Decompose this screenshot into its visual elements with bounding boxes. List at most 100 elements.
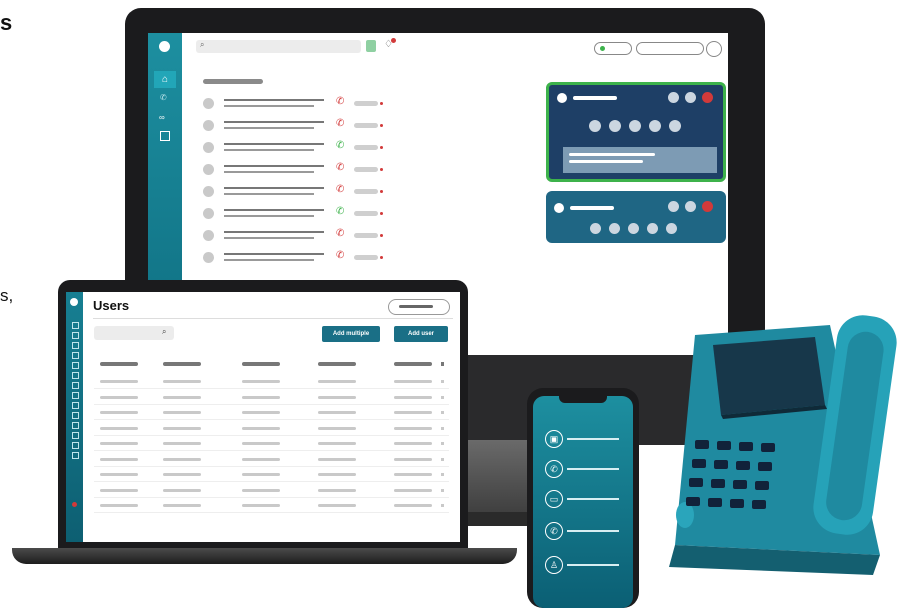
- key-button: [733, 480, 747, 489]
- key-button: [689, 478, 703, 487]
- table-cell: [394, 395, 432, 399]
- status-dot: [380, 146, 383, 149]
- notification-dot: [391, 38, 396, 43]
- phone-icon[interactable]: ✆: [160, 93, 167, 102]
- logo: [159, 41, 170, 52]
- card-control-1[interactable]: [668, 92, 679, 103]
- table-cell: [318, 473, 356, 476]
- table-cell: [100, 426, 138, 430]
- search-input[interactable]: [196, 40, 361, 53]
- table-cell: [100, 504, 138, 507]
- sidebar-item: [72, 362, 79, 369]
- search-icon: ⌕: [200, 40, 205, 49]
- table-cell: [394, 411, 432, 414]
- page-title: Users: [93, 298, 130, 313]
- table-cell: [242, 457, 280, 461]
- table-cell: [100, 380, 138, 383]
- row-menu: [441, 395, 444, 399]
- sidebar-item: [72, 452, 79, 459]
- line-select[interactable]: [636, 42, 704, 55]
- key-button: [708, 498, 722, 507]
- table-cell: [394, 488, 432, 492]
- list-line: [224, 127, 314, 129]
- table-cell: [318, 504, 356, 507]
- missed-call-icon: ✆: [336, 96, 345, 107]
- row-menu: [441, 488, 444, 492]
- list-line: [224, 105, 314, 107]
- notch: [559, 396, 607, 403]
- search-icon: ⌕: [162, 327, 167, 336]
- table-cell: [394, 442, 432, 445]
- table-cell: [163, 395, 201, 399]
- sidebar-item: [72, 372, 79, 379]
- sidebar-item: [72, 422, 79, 429]
- list-line: [224, 253, 324, 255]
- list-line: [224, 259, 314, 261]
- table-cell: [163, 473, 201, 476]
- row-menu: [441, 457, 444, 461]
- sidebar-item: [72, 382, 79, 389]
- row-divider: [94, 512, 449, 513]
- missed-call-icon: ✆: [336, 184, 345, 195]
- sidebar-item: [72, 402, 79, 409]
- column-header: [163, 362, 201, 366]
- active-call-card[interactable]: [546, 82, 726, 182]
- add-user-button[interactable]: Add user: [394, 326, 448, 342]
- column-header: [318, 362, 356, 366]
- sidebar-item: [72, 392, 79, 399]
- list-line: [224, 209, 324, 211]
- sidebar-item: [72, 432, 79, 439]
- key-button: [686, 497, 700, 506]
- status-dot: [380, 168, 383, 171]
- sidebar-item: [72, 322, 79, 329]
- home-icon[interactable]: ⌂: [154, 71, 176, 88]
- status-dot: [380, 234, 383, 237]
- table-cell: [163, 488, 201, 492]
- heading-fragment: s: [0, 10, 13, 35]
- table-cell: [163, 504, 201, 507]
- voicemail-icon[interactable]: ∞: [159, 113, 165, 122]
- call-info-panel: [563, 147, 717, 173]
- sidebar-item: [72, 442, 79, 449]
- contacts-icon[interactable]: ▣: [545, 430, 563, 448]
- text-fragment: s,: [0, 286, 14, 305]
- held-call-card[interactable]: [546, 191, 726, 243]
- call-icon[interactable]: ✆: [545, 460, 563, 478]
- list-avatar: [203, 98, 214, 109]
- sidebar-item: [72, 352, 79, 359]
- user-icon[interactable]: ♙: [545, 556, 563, 574]
- list-line: [224, 165, 324, 167]
- table-cell: [100, 473, 138, 476]
- key-button: [752, 500, 766, 509]
- duration-bar: [354, 101, 378, 106]
- hangup-button[interactable]: [702, 92, 713, 103]
- key-button: [692, 459, 706, 468]
- section-title: [203, 79, 263, 84]
- list-avatar: [203, 252, 214, 263]
- add-multiple-button[interactable]: Add multiple: [322, 326, 380, 342]
- key-button: [711, 479, 725, 488]
- chat-icon[interactable]: [366, 40, 376, 52]
- table-cell: [163, 411, 201, 414]
- key-button: [755, 481, 769, 490]
- list-line: [224, 231, 324, 233]
- status-dot: [380, 124, 383, 127]
- key-button: [736, 461, 750, 470]
- missed-call-icon[interactable]: ✆: [545, 522, 563, 540]
- card-control-2[interactable]: [685, 92, 696, 103]
- column-header: [394, 362, 432, 366]
- key-button: [761, 443, 775, 452]
- list-avatar: [203, 208, 214, 219]
- chat-icon[interactable]: ▭: [545, 490, 563, 508]
- table-cell: [100, 411, 138, 414]
- card-name: [573, 96, 617, 100]
- call-icon: ✆: [336, 140, 345, 151]
- hangup-button-2[interactable]: [702, 201, 713, 212]
- sidebar-item: [72, 332, 79, 339]
- logo: [70, 298, 78, 306]
- contacts-icon[interactable]: [160, 131, 170, 141]
- avatar[interactable]: [706, 41, 722, 57]
- table-cell: [163, 426, 201, 430]
- sidebar: [66, 292, 83, 542]
- list-line: [224, 187, 324, 189]
